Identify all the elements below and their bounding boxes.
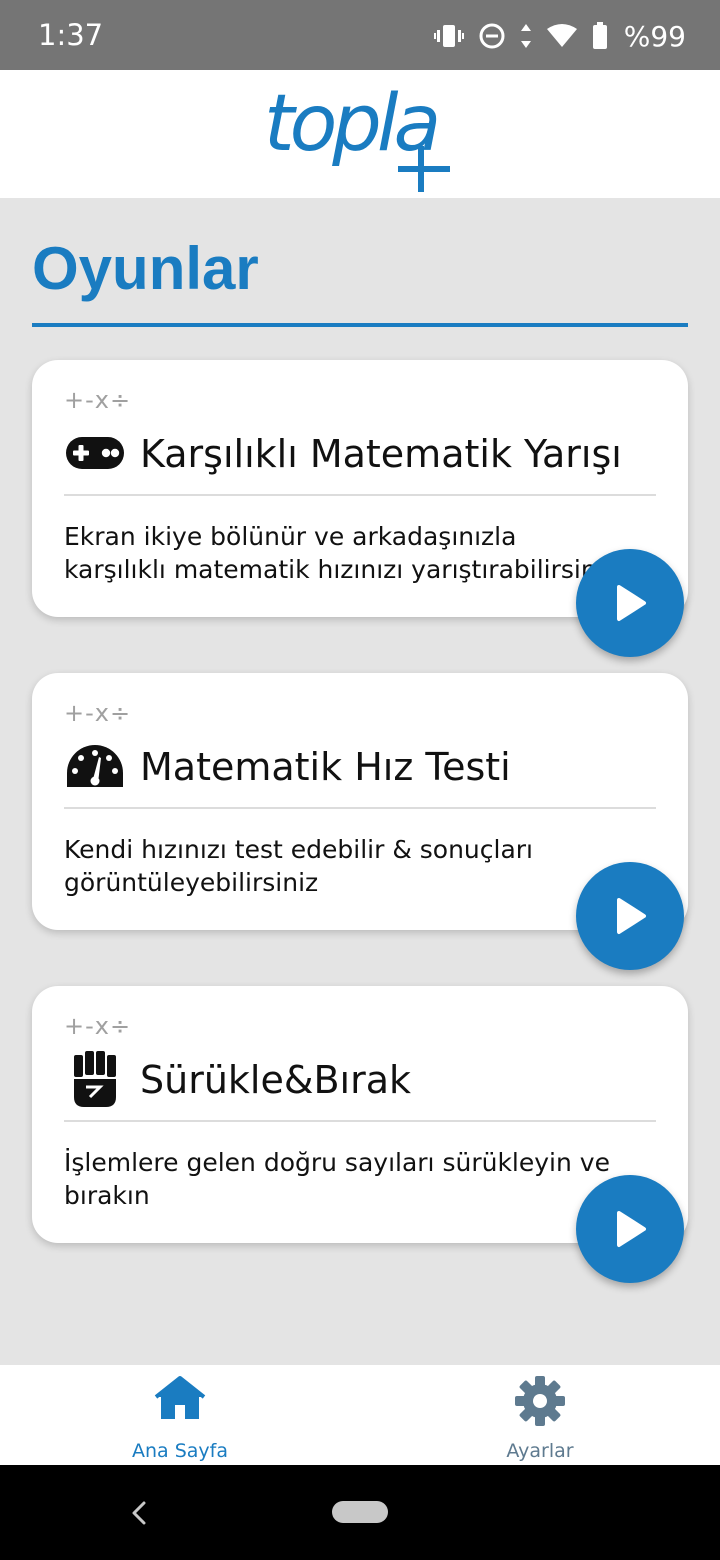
game-title: Matematik Hız Testi	[140, 745, 511, 789]
do-not-disturb-icon	[478, 22, 506, 50]
home-icon	[154, 1376, 206, 1419]
game-description: Ekran ikiye bölünür ve arkadaşınızla kar…	[64, 522, 617, 584]
page-title: Oyunlar	[32, 235, 259, 302]
gear-icon	[515, 1376, 565, 1426]
operators-label: +-x÷	[64, 1012, 132, 1040]
fist-icon	[64, 1051, 126, 1107]
nav-item-settings[interactable]: Ayarlar	[440, 1365, 640, 1465]
play-icon	[617, 585, 646, 621]
play-icon	[617, 898, 646, 934]
play-icon	[617, 1211, 646, 1247]
game-title: Sürükle&Bırak	[140, 1058, 412, 1102]
back-icon[interactable]	[124, 1495, 154, 1531]
app-header: topla	[0, 70, 720, 198]
wifi-icon	[546, 23, 578, 49]
card-divider	[64, 807, 656, 809]
speedometer-icon	[64, 739, 126, 793]
title-underline	[32, 323, 688, 327]
gamepad-icon	[64, 426, 126, 480]
game-description: İşlemlere gelen doğru sayıları sürükleyi…	[64, 1148, 610, 1210]
system-navigation-bar	[0, 1465, 720, 1560]
play-button-speed-test[interactable]	[576, 862, 684, 970]
status-bar: 1:37 %99	[0, 0, 720, 70]
app-logo: topla	[264, 81, 464, 194]
nav-item-home[interactable]: Ana Sayfa	[80, 1365, 280, 1465]
plus-icon	[392, 138, 454, 205]
data-arrows-icon	[520, 23, 532, 49]
status-icons: %99	[433, 16, 686, 56]
play-button-drag-drop[interactable]	[576, 1175, 684, 1283]
battery-percent: %99	[623, 19, 686, 53]
vibrate-icon	[433, 23, 464, 49]
battery-icon	[592, 22, 608, 50]
game-title: Karşılıklı Matematik Yarışı	[140, 432, 622, 476]
nav-label-settings: Ayarlar	[506, 1440, 574, 1462]
operators-label: +-x÷	[64, 386, 132, 414]
bottom-navigation: Ana Sayfa Ayarlar	[0, 1365, 720, 1465]
nav-label-home: Ana Sayfa	[131, 1440, 228, 1462]
play-button-math-race[interactable]	[576, 549, 684, 657]
status-time: 1:37	[38, 18, 104, 52]
operators-label: +-x÷	[64, 699, 132, 727]
card-divider	[64, 494, 656, 496]
game-description: Kendi hızınızı test edebilir & sonuçları…	[64, 835, 534, 897]
home-pill[interactable]	[332, 1501, 388, 1523]
card-divider	[64, 1120, 656, 1122]
